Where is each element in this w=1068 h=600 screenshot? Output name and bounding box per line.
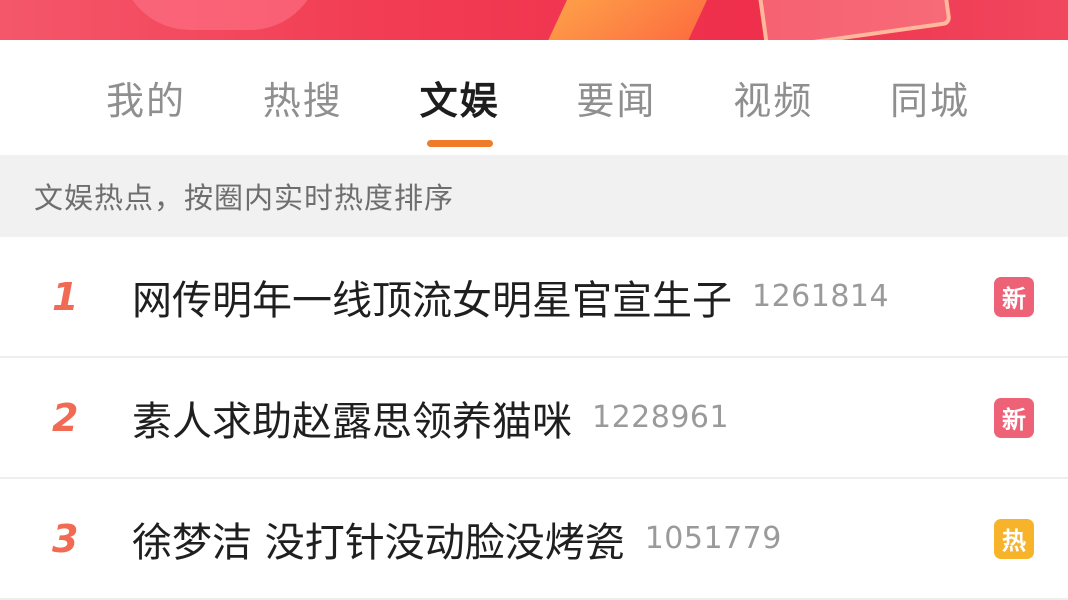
item-title: 网传明年一线顶流女明星官宣生子	[132, 277, 732, 324]
item-title: 徐梦洁 没打针没动脸没烤瓷	[132, 519, 625, 566]
category-tabs: 我的 热搜 文娱 要闻 视频 同城	[0, 40, 1068, 155]
rank-number: 1	[52, 274, 79, 319]
list-item[interactable]: 2 素人求助赵露思领养猫咪 1228961 新	[0, 358, 1068, 479]
heat-count: 1261814	[752, 279, 890, 314]
trending-list: 1 网传明年一线顶流女明星官宣生子 1261814 新 2 素人求助赵露思领养猫…	[0, 237, 1068, 600]
heat-count: 1228961	[592, 400, 730, 435]
active-tab-indicator	[426, 140, 493, 147]
banner-decoration	[120, 0, 320, 30]
banner-decoration	[756, 0, 952, 40]
item-title: 素人求助赵露思领养猫咪	[132, 398, 572, 445]
hot-badge: 热	[994, 518, 1034, 559]
tab-hot-search[interactable]: 热搜	[263, 40, 343, 155]
rank-number: 2	[52, 395, 79, 440]
new-badge: 新	[994, 276, 1034, 317]
tab-news[interactable]: 要闻	[576, 40, 656, 155]
rank-number: 3	[52, 516, 79, 561]
tab-local[interactable]: 同城	[890, 40, 970, 155]
section-subtitle: 文娱热点，按圈内实时热度排序	[0, 155, 1068, 237]
new-badge: 新	[994, 397, 1034, 438]
tab-mine[interactable]: 我的	[106, 40, 186, 155]
banner-decoration	[548, 0, 712, 40]
list-item[interactable]: 1 网传明年一线顶流女明星官宣生子 1261814 新	[0, 237, 1068, 358]
tab-video[interactable]: 视频	[733, 40, 813, 155]
heat-count: 1051779	[644, 521, 782, 556]
tab-entertainment[interactable]: 文娱	[420, 40, 500, 155]
list-item[interactable]: 3 徐梦洁 没打针没动脸没烤瓷 1051779 热	[0, 479, 1068, 600]
top-banner	[0, 0, 1068, 40]
